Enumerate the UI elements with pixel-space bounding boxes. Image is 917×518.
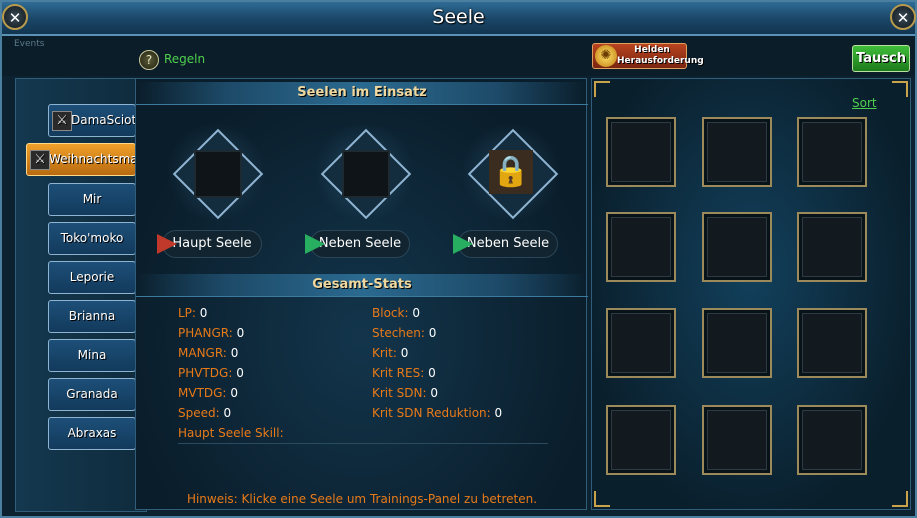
close-icon[interactable]: ✕ [2,4,28,30]
stat-speed: Speed: 0 [178,406,232,420]
stat-krit-sdn: Krit SDN: 0 [372,386,439,400]
soul-panel: Seelen im Einsatz 🔒 Haupt Seele Neben Se… [135,78,588,510]
inventory-slot[interactable] [702,117,772,187]
help-icon[interactable]: ? [139,50,159,70]
stat-mangr: MANGR: 0 [178,346,239,360]
stat-phangr: PHANGR: 0 [178,326,245,340]
souls-header: Seelen im Einsatz [136,82,588,105]
sidebar-item-tokomoko[interactable]: Toko'moko [48,222,136,255]
sidebar-item-mir[interactable]: Mir [48,183,136,216]
divider [178,443,548,444]
title-bar: Seele [2,2,915,36]
main-soul-label: Haupt Seele [157,230,262,258]
main-soul-slot[interactable] [161,117,271,227]
crossed-swords-icon: ⚔ [30,150,50,170]
stat-krit-res: Krit RES: 0 [372,366,436,380]
stat-krit: Krit: 0 [372,346,409,360]
inventory-slot[interactable] [606,308,676,378]
secondary-soul-slot-2[interactable]: 🔒 [456,117,566,227]
inventory-slot[interactable] [702,405,772,475]
hero-challenge-label: Helden Herausforderung [617,45,704,66]
inventory-slot[interactable] [606,405,676,475]
stats-header: Gesamt-Stats [136,274,588,297]
secondary-soul-label-2: Neben Seele [453,230,558,258]
events-label: Events [14,39,45,49]
stat-block: Block: 0 [372,306,420,320]
rules-link[interactable]: Regeln [164,52,205,66]
sidebar-item-brianna[interactable]: Brianna [48,300,136,333]
green-arrow-icon [453,234,473,254]
soul-window: Seele ✕ ✕ Events ? Regeln ✺ Helden Herau… [0,0,917,518]
sort-link[interactable]: Sort [852,96,877,110]
hint-text: Hinweis: Klicke eine Seele um Trainings-… [186,492,538,506]
window-title: Seele [432,6,485,28]
inventory-slot[interactable] [797,308,867,378]
inventory-slot[interactable] [797,117,867,187]
secondary-soul-label-1: Neben Seele [305,230,410,258]
hero-challenge-button[interactable]: ✺ Helden Herausforderung [592,43,704,69]
inventory-slot[interactable] [606,117,676,187]
sidebar-item-leporie[interactable]: Leporie [48,261,136,294]
stat-phvtdg: PHVTDG: 0 [178,366,244,380]
empty-slot [342,150,390,198]
empty-slot [194,150,242,198]
inventory-slot[interactable] [797,405,867,475]
main-soul-skill-label: Haupt Seele Skill: [178,426,284,440]
lock-icon: 🔒 [489,150,533,194]
crossed-swords-icon: ⚔ [52,111,72,131]
sidebar-item-weihnachtsma[interactable]: ⚔ Weihnachtsma [26,143,136,176]
stat-stechen: Stechen: 0 [372,326,437,340]
inventory-slot[interactable] [702,308,772,378]
close-button[interactable]: ✕ [890,4,916,30]
sidebar-item-damasciotu[interactable]: ⚔ DamaSciotu [48,104,136,137]
stat-mvtdg: MVTDG: 0 [178,386,238,400]
sidebar-item-abraxas[interactable]: Abraxas [48,417,136,450]
inventory-slot[interactable] [702,212,772,282]
trade-button[interactable]: Tausch [852,45,910,72]
sidebar-item-granada[interactable]: Granada [48,378,136,411]
inventory-slot[interactable] [606,212,676,282]
swirl-icon: ✺ [595,45,617,67]
stat-lp: LP: 0 [178,306,208,320]
sidebar-item-mina[interactable]: Mina [48,339,136,372]
secondary-soul-slot-1[interactable] [309,117,419,227]
red-arrow-icon [157,234,177,254]
stat-krit-sdn-reduktion: Krit SDN Reduktion: 0 [372,406,503,420]
green-arrow-icon [305,234,325,254]
inventory-slot[interactable] [797,212,867,282]
